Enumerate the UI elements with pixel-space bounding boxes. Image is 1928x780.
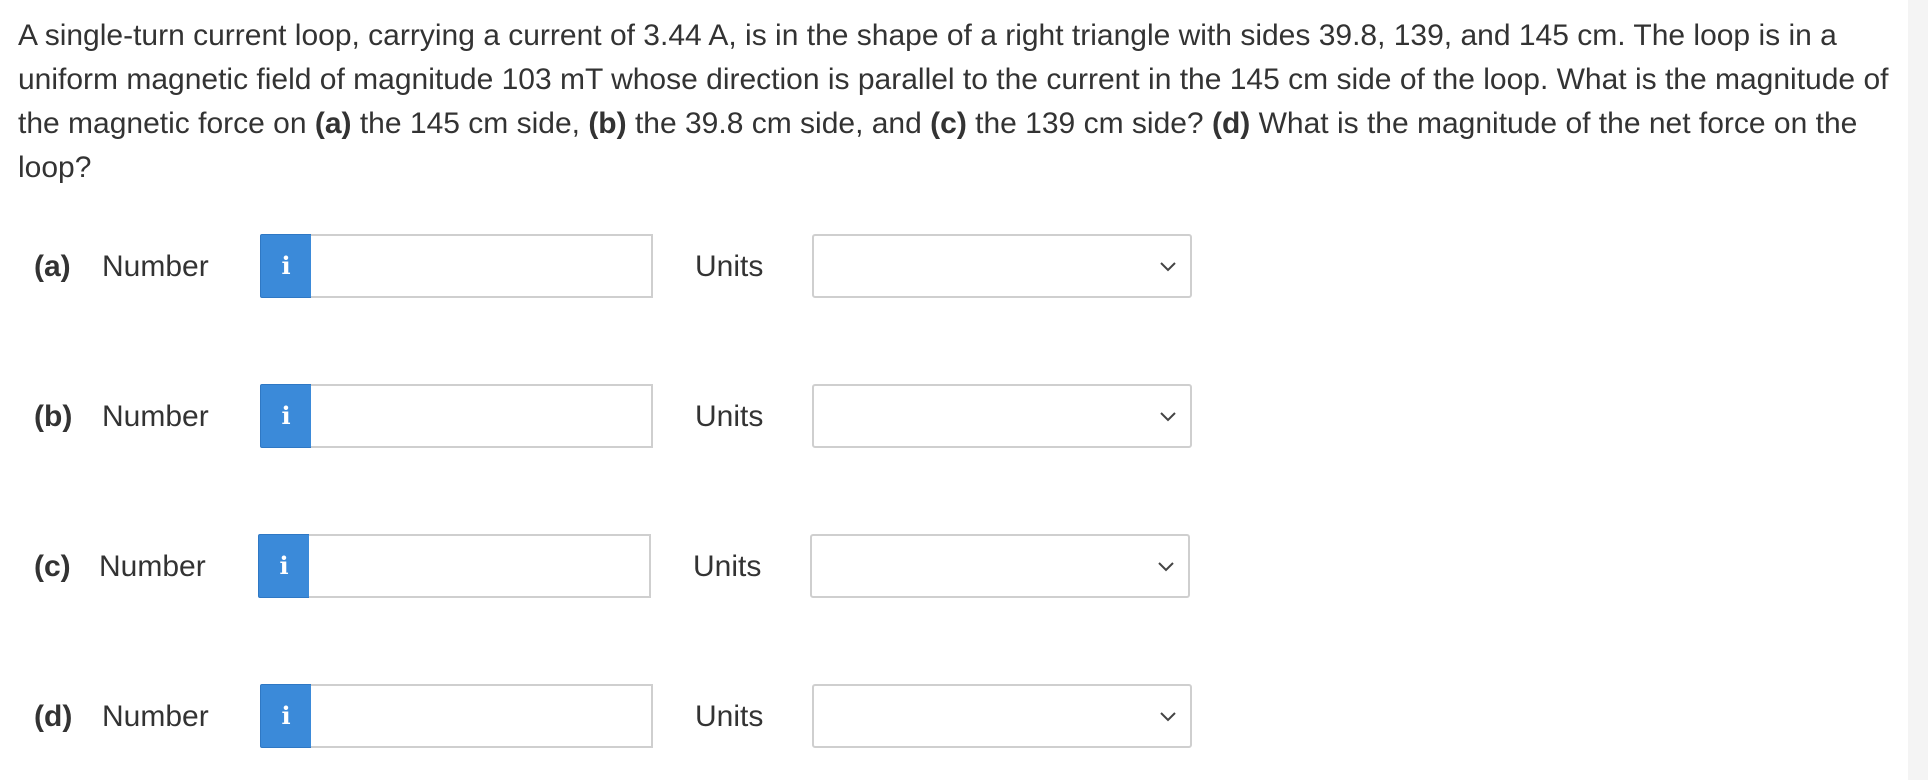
number-input-c[interactable]: [309, 534, 651, 598]
units-select-a[interactable]: [812, 234, 1192, 298]
info-button[interactable]: i: [260, 384, 312, 448]
units-label: Units: [695, 700, 764, 733]
answer-row-b: (b) Number i Units: [0, 384, 1300, 450]
info-icon: i: [281, 401, 291, 430]
part-label: (d): [34, 700, 73, 733]
units-select-c[interactable]: [810, 534, 1190, 598]
number-label: Number: [102, 400, 209, 433]
scrollbar-track[interactable]: [1908, 0, 1928, 780]
chevron-down-icon: [1158, 562, 1174, 572]
units-select-b[interactable]: [812, 384, 1192, 448]
answer-row-c: (c) Number i Units: [0, 534, 1300, 600]
answer-row-d: (d) Number i Units: [0, 684, 1300, 750]
number-input-b[interactable]: [311, 384, 653, 448]
units-label: Units: [695, 250, 764, 283]
number-label: Number: [102, 700, 209, 733]
info-icon: i: [281, 251, 291, 280]
info-button[interactable]: i: [260, 684, 312, 748]
answer-row-a: (a) Number i Units: [0, 234, 1300, 300]
chevron-down-icon: [1160, 712, 1176, 722]
info-icon: i: [279, 551, 289, 580]
units-select-d[interactable]: [812, 684, 1192, 748]
number-label: Number: [99, 550, 206, 583]
chevron-down-icon: [1160, 412, 1176, 422]
info-icon: i: [281, 701, 291, 730]
info-button[interactable]: i: [258, 534, 310, 598]
number-label: Number: [102, 250, 209, 283]
part-label: (b): [34, 400, 73, 433]
units-label: Units: [695, 400, 764, 433]
part-label: (c): [34, 550, 71, 583]
number-input-d[interactable]: [311, 684, 653, 748]
chevron-down-icon: [1160, 262, 1176, 272]
part-label: (a): [34, 250, 71, 283]
units-label: Units: [693, 550, 762, 583]
question-text: A single-turn current loop, carrying a c…: [18, 19, 1889, 184]
info-button[interactable]: i: [260, 234, 312, 298]
number-input-a[interactable]: [311, 234, 653, 298]
